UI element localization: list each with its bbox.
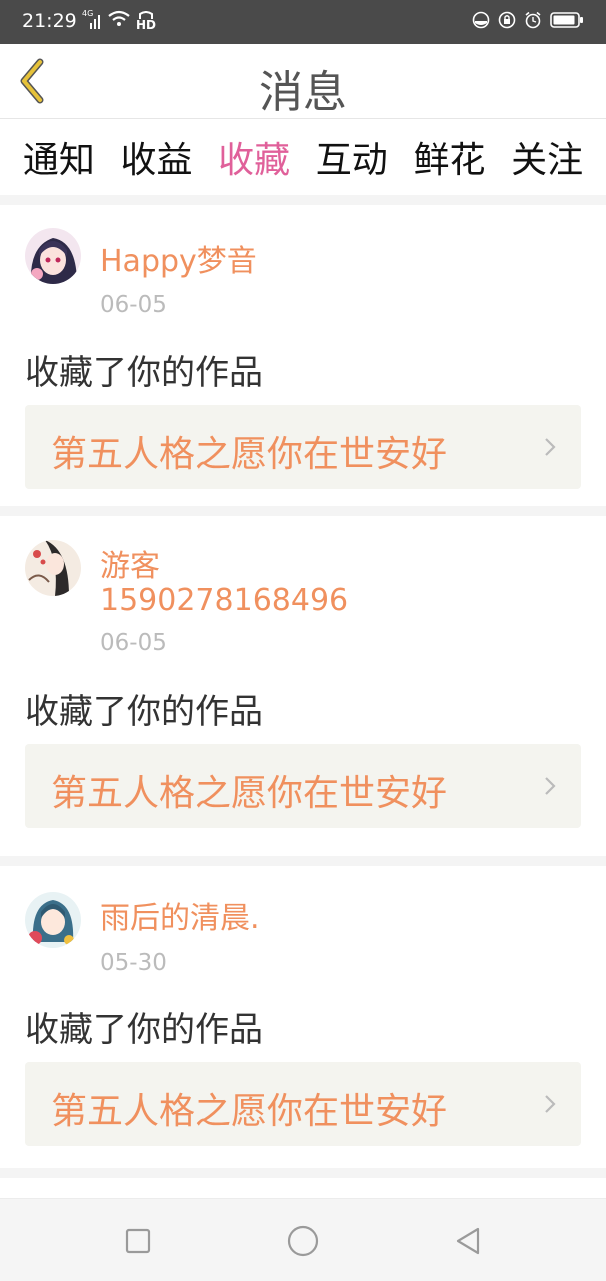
action-text: 收藏了你的作品 <box>25 1010 263 1050</box>
lock-icon <box>498 11 516 33</box>
date: 06-05 <box>100 292 167 318</box>
notification-card <box>0 1168 606 1198</box>
alarm-icon <box>524 11 542 33</box>
work-link[interactable]: 第五人格之愿你在世安好 <box>25 1062 581 1146</box>
home-circle-icon[interactable] <box>283 1221 323 1261</box>
network-type-label: 4G <box>82 9 94 18</box>
chevron-right-icon <box>545 1095 556 1113</box>
username[interactable]: 雨后的清晨. <box>100 902 260 936</box>
page-title: 消息 <box>259 67 347 118</box>
action-text: 收藏了你的作品 <box>25 692 263 732</box>
avatar[interactable] <box>25 540 81 596</box>
username-line: 1590278168496 <box>100 583 349 618</box>
work-title: 第五人格之愿你在世安好 <box>51 773 448 814</box>
notification-card: 雨后的清晨. 05-30 收藏了你的作品 第五人格之愿你在世安好 <box>0 856 606 1168</box>
date: 06-05 <box>100 630 167 656</box>
status-bar: 21:29 4G HD <box>0 0 606 44</box>
work-title: 第五人格之愿你在世安好 <box>51 1091 448 1132</box>
username[interactable]: 游客 1590278168496 <box>100 550 348 618</box>
date: 05-30 <box>100 950 167 976</box>
hd-label: HD <box>136 18 157 32</box>
chevron-right-icon <box>545 438 556 456</box>
notification-card: 游客 1590278168496 06-05 收藏了你的作品 第五人格之愿你在世… <box>0 506 606 856</box>
recents-square-icon[interactable] <box>118 1221 158 1261</box>
wifi-icon <box>108 10 130 32</box>
tab-follow[interactable]: 关注 <box>509 131 585 183</box>
status-right-icons <box>472 11 584 33</box>
tab-bar: 通知 收益 收藏 互动 鲜花 关注 <box>0 119 606 201</box>
username-line: 游客 <box>100 549 160 584</box>
status-time: 21:29 <box>22 10 77 32</box>
mute-icon <box>472 11 490 33</box>
tab-flowers[interactable]: 鲜花 <box>411 131 487 183</box>
avatar[interactable] <box>25 228 81 284</box>
tab-favorites[interactable]: 收藏 <box>216 131 292 201</box>
chevron-right-icon <box>545 777 556 795</box>
app-header: 消息 <box>0 44 606 119</box>
tab-interaction[interactable]: 互动 <box>314 131 390 183</box>
signal-icon: 4G <box>82 9 102 29</box>
work-link[interactable]: 第五人格之愿你在世安好 <box>25 405 581 489</box>
notification-card: Happy梦音 06-05 收藏了你的作品 第五人格之愿你在世安好 <box>0 195 606 506</box>
status-left-icons: 4G HD <box>82 9 156 32</box>
hd-call-icon: HD <box>136 11 156 31</box>
work-link[interactable]: 第五人格之愿你在世安好 <box>25 744 581 828</box>
back-triangle-icon[interactable] <box>448 1221 488 1261</box>
work-title: 第五人格之愿你在世安好 <box>51 434 448 475</box>
username[interactable]: Happy梦音 <box>100 245 257 279</box>
tab-earnings[interactable]: 收益 <box>118 131 194 183</box>
action-text: 收藏了你的作品 <box>25 353 263 393</box>
avatar[interactable] <box>25 892 81 948</box>
tab-notice[interactable]: 通知 <box>21 131 97 183</box>
system-nav-bar <box>0 1198 606 1281</box>
battery-icon <box>550 11 584 33</box>
